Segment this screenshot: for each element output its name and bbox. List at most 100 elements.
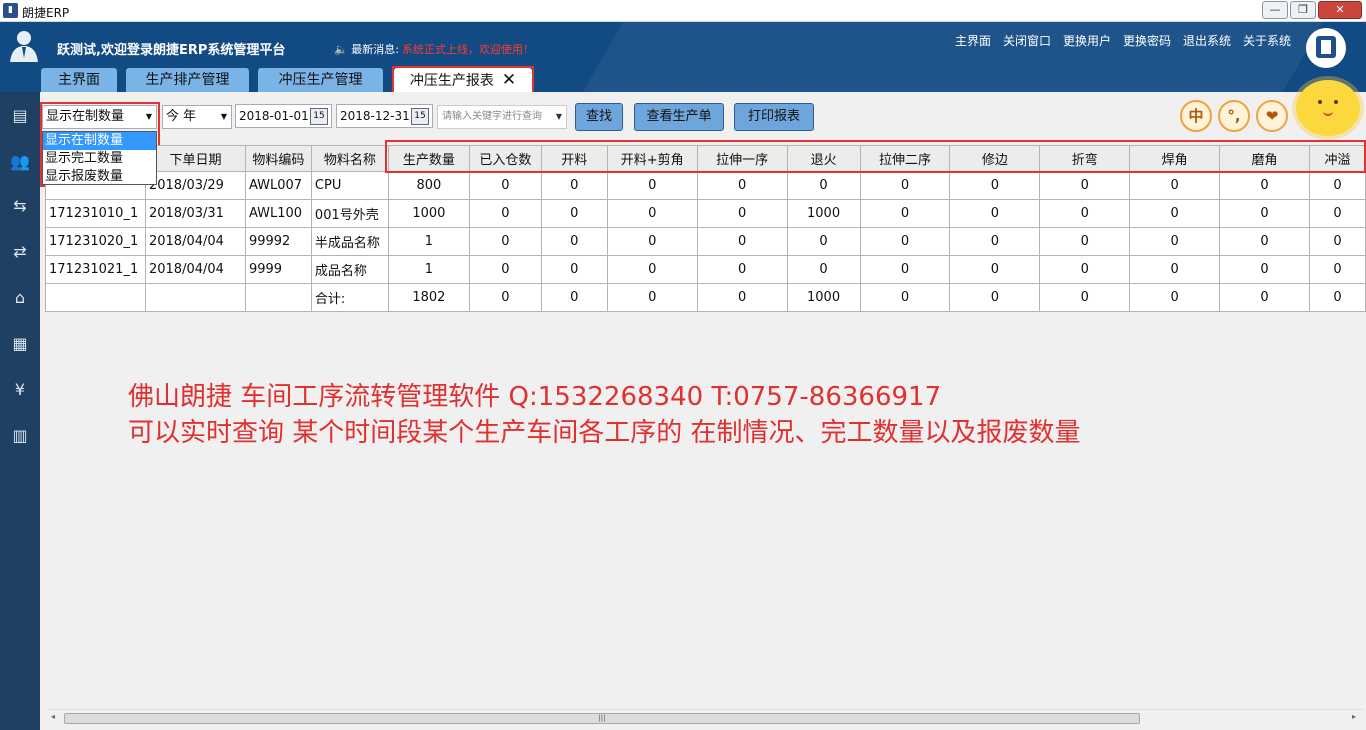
table-row[interactable]: 171231020_1 2018/04/04 99992 半成品名称 1 0 0 0 0 0 0 0 0… (45, 227, 1366, 256)
link-change-password[interactable]: 更换密码 (1123, 32, 1171, 49)
table-cell (144, 283, 246, 312)
table-cell: 0 (468, 255, 542, 284)
column-header[interactable]: 开料 (540, 145, 608, 172)
chinese-input-icon[interactable]: 中 (1180, 100, 1212, 132)
close-window-button[interactable]: ✕ (1318, 1, 1362, 19)
table-cell: 0 (949, 199, 1041, 228)
dropdown-option-completed[interactable]: 显示完工数量 (43, 150, 156, 168)
factory-icon[interactable]: ▦ (8, 334, 32, 354)
column-header[interactable]: 生产数量 (387, 145, 470, 172)
table-cell: 171231010_1 (45, 199, 146, 228)
document-icon[interactable]: ▤ (8, 106, 32, 126)
tab-production-scheduling[interactable]: 生产排产管理 (126, 68, 249, 92)
print-report-button[interactable]: 打印报表 (734, 103, 814, 131)
clipboard-icon[interactable]: ▥ (8, 426, 32, 446)
search-input[interactable]: 请输入关键字进行查询 ▼ (437, 105, 567, 129)
dropdown-option-wip[interactable]: 显示在制数量 (43, 132, 156, 150)
column-header[interactable]: 磨角 (1219, 145, 1310, 172)
date-from-field[interactable]: 2018-01-01 15 (235, 104, 332, 128)
calendar-icon[interactable]: 15 (310, 108, 328, 125)
table-cell: 2018/03/29 (144, 171, 246, 200)
table-cell: 2018/04/04 (144, 227, 246, 256)
tab-stamping-report[interactable]: 冲压生产报表 ✕ (394, 68, 532, 92)
table-cell: 0 (859, 255, 951, 284)
link-close-window[interactable]: 关闭窗口 (1003, 32, 1051, 49)
table-cell: 0 (1039, 171, 1131, 200)
truck-out-icon[interactable]: ⇆ (8, 196, 32, 216)
chevron-down-icon: ▼ (555, 112, 562, 121)
search-button[interactable]: 查找 (575, 103, 623, 131)
scroll-thumb[interactable]: ||| (64, 713, 1140, 724)
horizontal-scrollbar[interactable]: ◂ ||| ▸ (46, 709, 1364, 726)
table-row[interactable]: 171231010_1 2018/03/31 AWL100 001号外壳 1000 0 0 0… (45, 199, 1366, 228)
column-header[interactable]: 折弯 (1039, 145, 1131, 172)
welcome-text: 跃测试,欢迎登录朗捷ERP系统管理平台 (57, 43, 286, 58)
tab-close-icon[interactable]: ✕ (502, 70, 516, 90)
restore-button[interactable]: ❐ (1290, 1, 1316, 19)
table-row[interactable]: 171231021_1 2018/04/04 9999 成品名称 1 0 0 0 0 0 0 0 0 0 0… (45, 255, 1366, 284)
chevron-down-icon: ▼ (220, 112, 227, 121)
link-exit-system[interactable]: 退出系统 (1183, 32, 1231, 49)
sidebar: ▤ 👥 ⇆ ⇄ ⌂ ▦ ¥ ▥ (0, 92, 40, 730)
column-header[interactable]: 物料名称 (310, 145, 389, 172)
calendar-icon[interactable]: 15 (411, 108, 429, 125)
table-cell: 0 (1039, 227, 1131, 256)
table-cell: 0 (606, 283, 698, 312)
table-cell: 0 (1129, 227, 1221, 256)
link-about[interactable]: 关于系统 (1243, 32, 1291, 49)
home-icon[interactable]: ⌂ (8, 288, 32, 308)
tab-stamping-management[interactable]: 冲压生产管理 (258, 68, 383, 92)
money-icon[interactable]: ¥ (8, 380, 32, 400)
table-cell: 0 (1129, 283, 1221, 312)
display-mode-select[interactable]: 显示在制数量 ▼ (42, 105, 157, 129)
mascot-mouth (1323, 111, 1333, 116)
logo-block-inner (1321, 40, 1331, 54)
column-header[interactable]: 焊角 (1129, 145, 1221, 172)
column-header[interactable]: 下单日期 (144, 145, 246, 172)
display-mode-value: 显示在制数量 (46, 109, 125, 124)
table-cell: 0 (859, 227, 951, 256)
table-cell: 0 (786, 171, 861, 200)
users-icon[interactable]: 👥 (8, 152, 32, 172)
table-row[interactable]: 2018/03/29 AWL007 CPU 800 0 0 0 0 0 0 0 0 0 0 0 (45, 171, 1366, 200)
column-header[interactable]: 拉伸二序 (859, 145, 951, 172)
date-to-field[interactable]: 2018-12-31 15 (336, 104, 433, 128)
table-cell: 0 (1129, 199, 1221, 228)
table-cell: 0 (1308, 171, 1366, 200)
column-header[interactable]: 拉伸一序 (696, 145, 788, 172)
table-cell: AWL100 (244, 199, 312, 228)
column-header[interactable]: 修边 (949, 145, 1041, 172)
period-select[interactable]: 今 年 ▼ (162, 105, 232, 129)
column-header[interactable]: 开料+剪角 (606, 145, 698, 172)
scroll-right-icon[interactable]: ▸ (1352, 712, 1356, 721)
heart-icon[interactable]: ❤ (1256, 100, 1288, 132)
column-header[interactable]: 退火 (786, 145, 861, 172)
dropdown-option-scrap[interactable]: 显示报废数量 (43, 168, 156, 186)
total-row[interactable]: 合计: 1802 0 0 0 0 1000 0 0 0 0 0 0 (45, 283, 1366, 312)
chevron-down-icon: ▼ (145, 112, 152, 121)
minimize-button[interactable]: — (1262, 1, 1288, 19)
column-header[interactable]: 已入仓数 (468, 145, 542, 172)
table-cell: 0 (1308, 227, 1366, 256)
link-main[interactable]: 主界面 (955, 32, 991, 49)
company-logo-icon (1306, 28, 1346, 68)
table-cell: 0 (696, 199, 788, 228)
date-from-value: 2018-01-01 (239, 109, 309, 123)
truck-in-icon[interactable]: ⇄ (8, 242, 32, 262)
table-cell: 半成品名称 (310, 227, 389, 256)
table-cell: 0 (468, 199, 542, 228)
table-cell: 0 (1129, 171, 1221, 200)
scroll-left-icon[interactable]: ◂ (51, 712, 55, 721)
column-header[interactable]: 物料编码 (244, 145, 312, 172)
table-cell: 0 (949, 227, 1041, 256)
table-cell: 0 (606, 199, 698, 228)
table-cell: 合计: (310, 283, 389, 312)
view-order-button[interactable]: 查看生产单 (634, 103, 724, 131)
table-cell: 0 (1219, 199, 1310, 228)
table-cell: 1000 (786, 283, 861, 312)
column-header[interactable]: 冲溢 (1308, 145, 1366, 172)
tab-main[interactable]: 主界面 (41, 68, 117, 92)
punctuation-icon[interactable]: °, (1218, 100, 1250, 132)
table-cell: 1000 (786, 199, 861, 228)
link-change-user[interactable]: 更换用户 (1063, 32, 1111, 49)
